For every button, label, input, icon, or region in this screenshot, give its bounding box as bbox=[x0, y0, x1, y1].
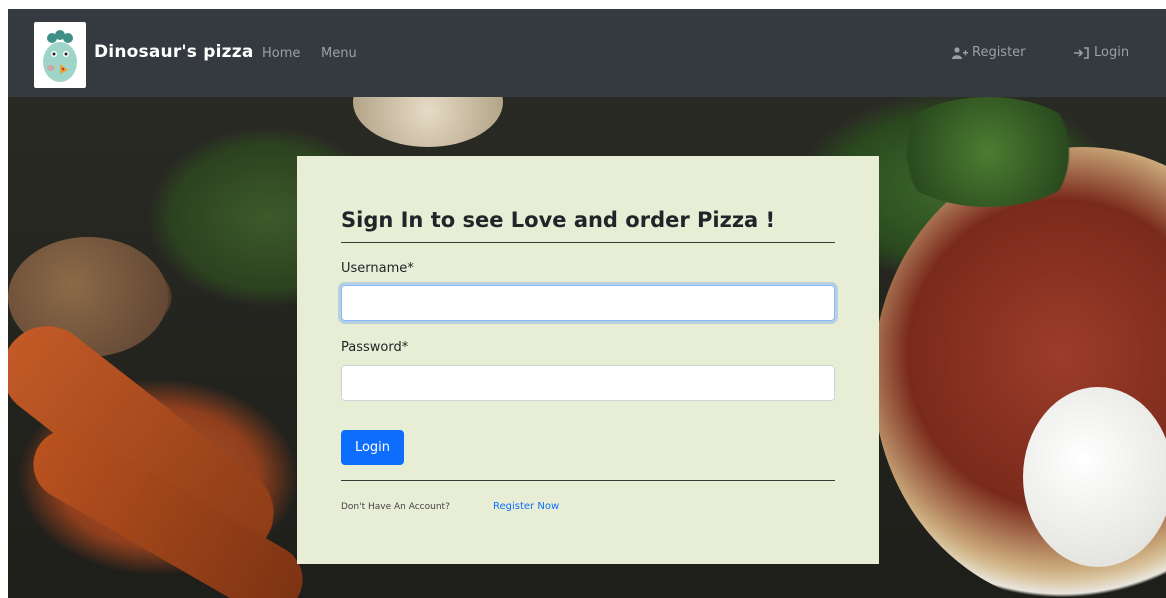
brand-name[interactable]: Dinosaur's pizza bbox=[94, 42, 254, 62]
footer-divider bbox=[341, 480, 835, 481]
login-button[interactable]: Login bbox=[341, 430, 404, 465]
nav-home-link[interactable]: Home bbox=[262, 46, 300, 61]
nav-register-label: Register bbox=[972, 45, 1026, 60]
nav-login-link[interactable]: Login bbox=[1074, 45, 1129, 60]
herbs-image bbox=[888, 97, 1088, 207]
register-now-link[interactable]: Register Now bbox=[493, 501, 559, 512]
mozzarella-image bbox=[1023, 387, 1166, 567]
page: Dinosaur's pizza Home Menu Register Logi… bbox=[8, 9, 1166, 598]
login-title: Sign In to see Love and order Pizza ! bbox=[341, 208, 776, 232]
sign-in-icon bbox=[1074, 46, 1089, 59]
navbar: Dinosaur's pizza Home Menu Register Logi… bbox=[8, 9, 1166, 97]
username-label: Username* bbox=[341, 261, 414, 276]
nav-login-label: Login bbox=[1094, 45, 1130, 60]
nav-register-link[interactable]: Register bbox=[952, 45, 1026, 60]
dinosaur-logo-icon[interactable] bbox=[34, 22, 86, 88]
password-label: Password* bbox=[341, 340, 409, 355]
username-input[interactable] bbox=[341, 285, 835, 321]
nav-menu-link[interactable]: Menu bbox=[321, 46, 357, 61]
login-card: Sign In to see Love and order Pizza ! Us… bbox=[297, 156, 879, 564]
register-prompt: Don't Have An Account? bbox=[341, 502, 450, 512]
password-input[interactable] bbox=[341, 365, 835, 401]
user-plus-icon bbox=[952, 46, 968, 59]
title-divider bbox=[341, 242, 835, 243]
onion-image bbox=[353, 97, 503, 147]
